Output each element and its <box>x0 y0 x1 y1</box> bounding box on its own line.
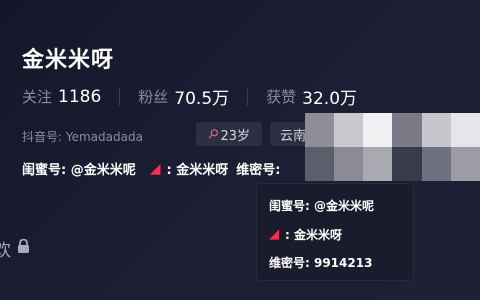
douyin-id[interactable]: 抖音号: Yemadadada <box>22 128 143 145</box>
red-app-account[interactable]: : 金米米呀 <box>167 159 229 178</box>
female-icon: ⚲ <box>204 125 222 143</box>
likes-label: 获赞 <box>266 88 297 106</box>
tooltip-friend: 闺蜜号: @金米米呢 <box>269 199 374 213</box>
following-label[interactable]: 关注 <box>22 86 52 107</box>
bio-tooltip: 闺蜜号: @金米米呢 ◢ : 金米米呀 维密号: 9914213 <box>257 184 413 280</box>
mosaic-blur <box>305 113 480 181</box>
tooltip-red-app-label: : 金米米呀 <box>285 228 342 242</box>
tooltip-wechat: 维密号: 9914213 <box>269 256 373 270</box>
red-app-icon: ◢ <box>149 160 161 177</box>
likes-count: 32.0万 <box>302 89 358 109</box>
profile-name: 金米米呀 <box>22 48 115 73</box>
tooltip-red-app: ◢ : 金米米呀 <box>269 226 342 243</box>
following-count[interactable]: 1186 <box>58 87 101 107</box>
lock-icon <box>17 238 30 259</box>
stat-divider <box>119 87 121 106</box>
friend-account[interactable]: 闺蜜号: @金米米呢 <box>22 159 136 178</box>
liked-tab-label: 欢 <box>0 241 11 261</box>
profile-stats: 关注 1186 粉丝 70.5万 获赞 32.0万 <box>22 84 358 110</box>
wechat-label[interactable]: 维密号: <box>236 159 280 178</box>
liked-tab[interactable]: 欢 <box>0 236 30 261</box>
followers-count[interactable]: 70.5万 <box>174 84 229 109</box>
bio-links: 闺蜜号: @金米米呢 ◢ : 金米米呀 维密号: <box>22 159 280 179</box>
followers-label[interactable]: 粉丝 <box>138 86 168 107</box>
region-tag-label: 云南 <box>280 128 307 144</box>
age-tag-label: 23岁 <box>220 128 251 144</box>
age-tag: ⚲ 23岁 <box>196 122 262 146</box>
stat-divider <box>247 87 249 106</box>
red-app-icon: ◢ <box>269 227 279 242</box>
